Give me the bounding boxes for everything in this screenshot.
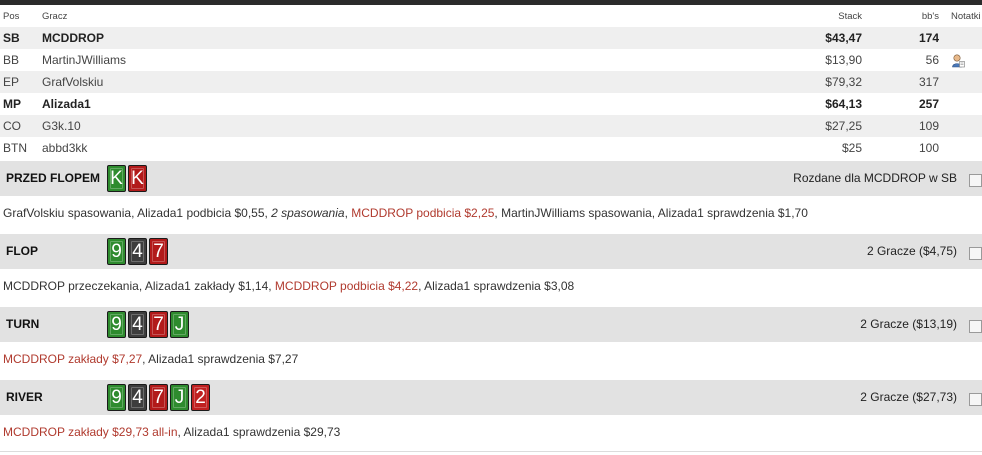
playing-card: 9 xyxy=(107,311,126,338)
playing-card: 2 xyxy=(191,384,210,411)
player-name[interactable]: Alizada1 xyxy=(42,93,91,115)
playing-card: J xyxy=(170,384,189,411)
player-position: BB xyxy=(3,53,20,67)
players-table: Pos Gracz Stack bb's Notatki SB MCDDROP … xyxy=(0,7,982,159)
playing-card: 9 xyxy=(107,238,126,265)
player-stack: $64,13 xyxy=(825,97,862,111)
player-bbs: 100 xyxy=(918,141,939,155)
board-cards: 9 4 7 xyxy=(107,238,168,265)
playing-card: 7 xyxy=(149,311,168,338)
board-cards: 9 4 7 J xyxy=(107,311,189,338)
street-checkbox[interactable] xyxy=(969,393,982,406)
hole-cards: K K xyxy=(107,165,147,192)
bottom-divider xyxy=(0,451,982,452)
player-name[interactable]: MCDDROP xyxy=(42,27,104,49)
player-name[interactable]: G3k.10 xyxy=(42,115,81,137)
player-stack: $79,32 xyxy=(825,75,862,89)
action-text: 2 spasowania xyxy=(271,206,345,220)
player-position: SB xyxy=(3,31,20,45)
player-position: EP xyxy=(3,75,20,89)
street-actions: GrafVolskiu spasowania, Alizada1 podbici… xyxy=(3,196,978,230)
player-bbs: 174 xyxy=(918,31,939,45)
player-stack: $13,90 xyxy=(825,53,862,67)
table-row[interactable]: BB MartinJWilliams $13,90 56 xyxy=(0,49,982,71)
street-header-preflop: PRZED FLOPEM K K Rozdane dla MCDDROP w S… xyxy=(0,161,982,196)
playing-card: J xyxy=(170,311,189,338)
action-text: , Alizada1 sprawdzenia $29,73 xyxy=(177,425,341,439)
player-position: BTN xyxy=(3,141,27,155)
street-actions: MCDDROP zakłady $29,73 all-in, Alizada1 … xyxy=(3,415,978,449)
table-row[interactable]: CO G3k.10 $27,25 109 xyxy=(0,115,982,137)
player-position: CO xyxy=(3,119,21,133)
street-actions: MCDDROP przeczekania, Alizada1 zakłady $… xyxy=(3,269,978,303)
player-position: MP xyxy=(3,97,21,111)
playing-card: 4 xyxy=(128,384,147,411)
action-text: GrafVolskiu spasowania, Alizada1 podbici… xyxy=(3,206,272,220)
street-info: 2 Gracze ($27,73) xyxy=(860,390,957,404)
playing-card: 7 xyxy=(149,384,168,411)
street-info: 2 Gracze ($4,75) xyxy=(866,244,957,258)
header-stack: Stack xyxy=(838,11,862,22)
table-row[interactable]: SB MCDDROP $43,47 174 xyxy=(0,27,982,49)
street-checkbox[interactable] xyxy=(969,174,982,187)
table-header: Pos Gracz Stack bb's Notatki xyxy=(0,7,982,27)
table-row[interactable]: BTN abbd3kk $25 100 xyxy=(0,137,982,159)
street-checkbox[interactable] xyxy=(969,320,982,333)
street-checkbox[interactable] xyxy=(969,247,982,260)
player-bbs: 317 xyxy=(918,75,939,89)
table-row[interactable]: MP Alizada1 $64,13 257 xyxy=(0,93,982,115)
header-notes: Notatki xyxy=(951,11,981,22)
street-actions: MCDDROP zakłady $7,27, Alizada1 sprawdze… xyxy=(3,342,978,376)
action-text: , MartinJWilliams spasowania, Alizada1 s… xyxy=(494,206,808,220)
header-player: Gracz xyxy=(42,11,68,22)
player-bbs: 56 xyxy=(925,53,939,67)
hero-action-text: MCDDROP zakłady $29,73 all-in xyxy=(3,425,178,439)
playing-card: K xyxy=(107,165,126,192)
hero-action-text: MCDDROP podbicia $4,22 xyxy=(274,279,419,293)
street-label: TURN xyxy=(6,317,40,331)
street-info: Rozdane dla MCDDROP w SB xyxy=(793,171,957,185)
top-bar xyxy=(0,0,982,5)
hero-action-text: MCDDROP podbicia $2,25 xyxy=(351,206,495,220)
player-name[interactable]: abbd3kk xyxy=(42,137,87,159)
player-bbs: 109 xyxy=(918,119,939,133)
playing-card: 4 xyxy=(128,311,147,338)
playing-card: K xyxy=(128,165,147,192)
street-label: FLOP xyxy=(6,244,38,258)
player-stack: $25 xyxy=(841,141,862,155)
player-stack: $43,47 xyxy=(825,31,862,45)
street-header-flop: FLOP 9 4 7 2 Gracze ($4,75) xyxy=(0,234,982,269)
player-bbs: 257 xyxy=(918,97,939,111)
player-stack: $27,25 xyxy=(825,119,862,133)
player-name[interactable]: GrafVolskiu xyxy=(42,71,103,93)
street-label: RIVER xyxy=(6,390,43,404)
header-bbs: bb's xyxy=(921,11,939,22)
street-header-river: RIVER 9 4 7 J 2 2 Gracze ($27,73) xyxy=(0,380,982,415)
hero-action-text: MCDDROP zakłady $7,27 xyxy=(3,352,143,366)
action-text: MCDDROP przeczekania, Alizada1 zakłady $… xyxy=(3,279,275,293)
action-text: , Alizada1 sprawdzenia $7,27 xyxy=(142,352,299,366)
action-text: , Alizada1 sprawdzenia $3,08 xyxy=(418,279,575,293)
board-cards: 9 4 7 J 2 xyxy=(107,384,210,411)
playing-card: 7 xyxy=(149,238,168,265)
table-row[interactable]: EP GrafVolskiu $79,32 317 xyxy=(0,71,982,93)
street-header-turn: TURN 9 4 7 J 2 Gracze ($13,19) xyxy=(0,307,982,342)
player-note-icon[interactable] xyxy=(950,53,965,68)
street-label: PRZED FLOPEM xyxy=(6,171,101,185)
header-pos: Pos xyxy=(3,11,20,22)
player-name[interactable]: MartinJWilliams xyxy=(42,49,126,71)
playing-card: 4 xyxy=(128,238,147,265)
street-info: 2 Gracze ($13,19) xyxy=(860,317,957,331)
playing-card: 9 xyxy=(107,384,126,411)
